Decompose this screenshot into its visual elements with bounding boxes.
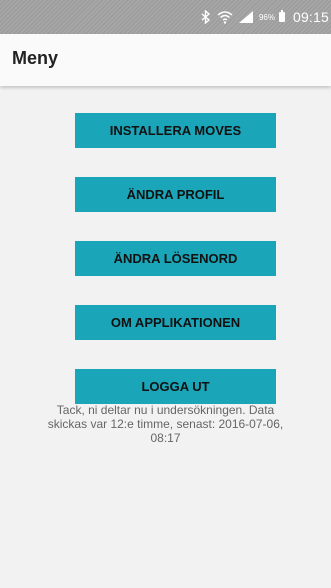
status-bar: 96% 09:15 [0, 0, 331, 34]
participation-info-text: Tack, ni deltar nu i undersökningen. Dat… [47, 403, 284, 445]
logout-button[interactable]: LOGGA UT [75, 369, 276, 404]
install-moves-button[interactable]: INSTALLERA MOVES [75, 113, 276, 148]
battery-icon [278, 10, 285, 22]
app-bar: Meny [0, 34, 331, 86]
change-password-button[interactable]: ÄNDRA LÖSENORD [75, 241, 276, 276]
edit-profile-button[interactable]: ÄNDRA PROFIL [75, 177, 276, 212]
wifi-icon [217, 10, 233, 24]
battery-percent: 96% [258, 12, 275, 22]
page-title: Meny [12, 48, 59, 68]
about-app-button[interactable]: OM APPLIKATIONEN [75, 305, 276, 340]
signal-icon [238, 11, 253, 23]
status-icons: 96% 09:15 [201, 0, 331, 34]
bluetooth-icon [201, 10, 211, 24]
status-time: 09:15 [292, 9, 329, 25]
